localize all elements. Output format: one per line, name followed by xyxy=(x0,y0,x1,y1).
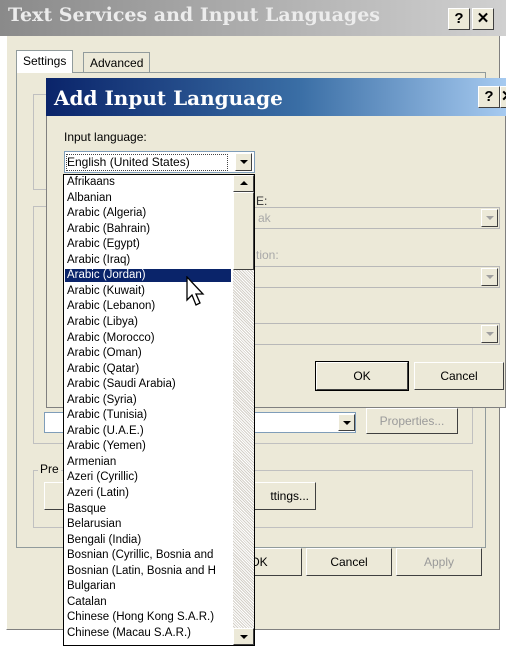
language-list-item[interactable]: Arabic (Egypt) xyxy=(65,238,231,251)
language-list-item[interactable]: Armenian xyxy=(65,456,231,469)
disabled-combo-3-arrow xyxy=(481,325,498,343)
language-list-item[interactable]: Belarusian xyxy=(65,518,231,531)
language-list-item[interactable]: Albanian xyxy=(65,192,231,205)
disabled-combo-1 xyxy=(254,207,500,229)
language-list-item[interactable]: Chinese (Macau S.A.R.) xyxy=(65,627,231,640)
disabled-combo-2-arrow xyxy=(481,268,498,286)
back-close-button[interactable]: ✕ xyxy=(472,8,494,30)
language-list-item[interactable]: Arabic (Oman) xyxy=(65,347,231,360)
dialog-cancel-button[interactable]: Cancel xyxy=(414,362,504,390)
language-list-item[interactable]: Azeri (Latin) xyxy=(65,487,231,500)
mouse-cursor-icon xyxy=(186,276,205,306)
language-list-item[interactable]: Afrikaans xyxy=(65,176,231,189)
back-cancel-button[interactable]: Cancel xyxy=(306,548,392,576)
input-language-label: Input language: xyxy=(64,130,147,144)
language-list-item[interactable]: Bosnian (Latin, Bosnia and H xyxy=(65,565,231,578)
dialog-close-button[interactable]: ✕ xyxy=(500,86,506,108)
disabled-combo-3 xyxy=(254,323,500,345)
language-list-item[interactable]: Basque xyxy=(65,503,231,516)
chevron-up-icon xyxy=(240,181,248,185)
language-list-item[interactable]: Arabic (Bahrain) xyxy=(65,223,231,236)
back-window-title: Text Services and Input Languages xyxy=(8,4,380,26)
language-list-item[interactable]: Arabic (Algeria) xyxy=(65,207,231,220)
dialog-title: Add Input Language xyxy=(54,86,283,110)
language-list-item[interactable]: Arabic (Morocco) xyxy=(65,332,231,345)
language-list-item[interactable]: Arabic (Syria) xyxy=(65,394,231,407)
language-list-item[interactable]: Bulgarian xyxy=(65,580,231,593)
preferences-group-label: Pre xyxy=(38,462,61,476)
language-list-item[interactable]: Arabic (Iraq) xyxy=(65,254,231,267)
scroll-up-button[interactable] xyxy=(233,175,254,192)
language-list-item[interactable]: Arabic (U.A.E.) xyxy=(65,425,231,438)
partial-label-2: tion: xyxy=(256,248,279,262)
disabled-combo-1-arrow xyxy=(481,209,498,227)
language-list-item[interactable]: Arabic (Qatar) xyxy=(65,363,231,376)
scroll-down-button[interactable] xyxy=(233,628,254,645)
language-list-item[interactable]: Arabic (Tunisia) xyxy=(65,409,231,422)
dialog-ok-button[interactable]: OK xyxy=(315,361,409,391)
input-language-combo-arrow[interactable] xyxy=(235,153,252,171)
back-apply-button[interactable]: Apply xyxy=(396,548,482,576)
chevron-down-icon xyxy=(240,635,248,639)
language-list-item[interactable]: Bengali (India) xyxy=(65,534,231,547)
dialog-help-button[interactable]: ? xyxy=(478,86,500,108)
language-list-item[interactable]: Chinese (Hong Kong S.A.R.) xyxy=(65,611,231,624)
partial-value-1: ak xyxy=(258,211,271,225)
partial-label-1: E: xyxy=(256,194,268,208)
input-language-value: English (United States) xyxy=(66,154,228,171)
disabled-combo-2 xyxy=(254,266,500,288)
back-language-combo-arrow[interactable] xyxy=(338,414,355,431)
language-list-item[interactable]: Arabic (Saudi Arabia) xyxy=(65,378,231,391)
language-list-item[interactable]: Arabic (Yemen) xyxy=(65,440,231,453)
list-scrollbar-thumb[interactable] xyxy=(233,192,254,270)
language-list-item[interactable]: Arabic (Libya) xyxy=(65,316,231,329)
properties-button[interactable]: Properties... xyxy=(366,408,458,434)
tab-advanced[interactable]: Advanced xyxy=(83,52,151,74)
language-list-item[interactable]: Bosnian (Cyrillic, Bosnia and xyxy=(65,549,231,562)
language-list-item[interactable]: Catalan xyxy=(65,596,231,609)
tab-settings[interactable]: Settings xyxy=(16,50,74,73)
language-list-item[interactable]: Azeri (Cyrillic) xyxy=(65,471,231,484)
back-help-button[interactable]: ? xyxy=(448,8,470,30)
